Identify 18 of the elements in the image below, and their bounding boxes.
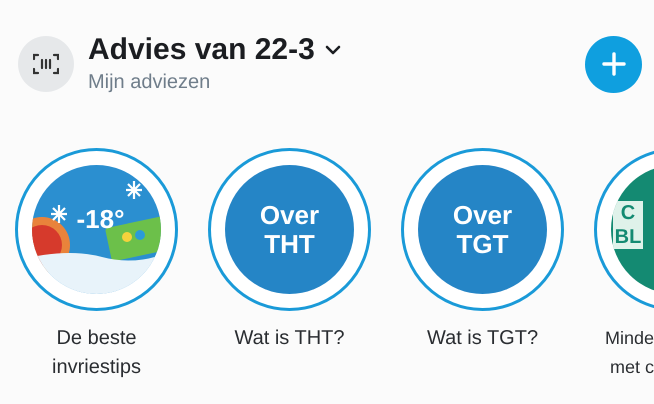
story-label: De beste <box>56 326 137 351</box>
info-story[interactable]: Over TGT <box>401 148 564 311</box>
title-dropdown[interactable]: Advies van 22-3 <box>88 33 341 67</box>
info-story[interactable]: Over THT <box>208 148 371 311</box>
story-art-text: Over TGT <box>452 200 514 258</box>
story-art-text: Over THT <box>258 200 320 258</box>
freezer-tips-story[interactable]: -18° <box>15 148 178 311</box>
story-label: Wat is THT? <box>234 326 344 351</box>
scan-icon <box>33 53 59 75</box>
subtitle: Mijn adviezen <box>88 70 212 95</box>
temperature-text: -18° <box>76 203 124 236</box>
story-label: Wat is TGT? <box>426 326 538 351</box>
plus-icon <box>602 52 626 76</box>
story-label: Minde <box>604 327 654 350</box>
chevron-down-icon <box>324 45 341 55</box>
story-art-text: C BL <box>613 200 643 248</box>
story-label: invriestips <box>52 355 141 380</box>
story-label: met c <box>610 356 654 379</box>
